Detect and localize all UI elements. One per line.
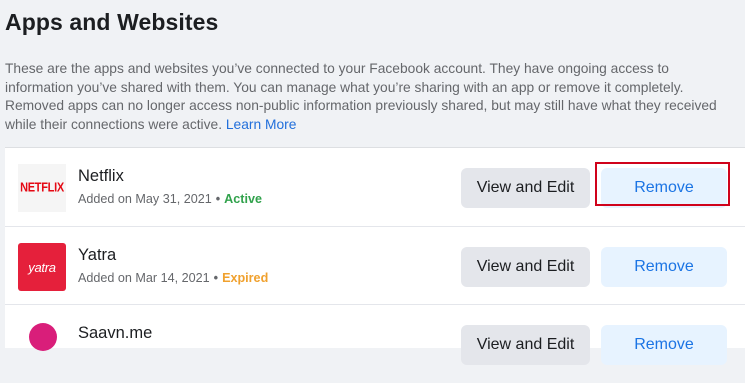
remove-button[interactable]: Remove — [601, 247, 727, 287]
status-badge: Active — [224, 192, 262, 206]
description-text: These are the apps and websites you’ve c… — [5, 61, 717, 132]
added-date: Added on Mar 14, 2021 — [78, 271, 210, 285]
netflix-logo-text: NETFLIX — [20, 181, 64, 195]
app-name: Netflix — [78, 167, 124, 185]
remove-button[interactable]: Remove — [601, 168, 727, 208]
view-and-edit-button[interactable]: View and Edit — [461, 247, 590, 287]
view-and-edit-button[interactable]: View and Edit — [461, 168, 590, 208]
added-date: Added on May 31, 2021 — [78, 192, 212, 206]
app-meta: Added on May 31, 2021 • Active — [78, 192, 262, 206]
netflix-logo-icon: NETFLIX — [18, 164, 66, 212]
separator-dot: • — [215, 192, 221, 206]
list-item-saavn: Saavn.me View and Edit Remove — [5, 304, 745, 383]
app-meta: Added on Mar 14, 2021 • Expired — [78, 271, 268, 285]
learn-more-link[interactable]: Learn More — [226, 117, 297, 132]
yatra-logo-text: yatra — [28, 259, 56, 275]
app-name: Saavn.me — [78, 324, 153, 342]
yatra-logo-icon: yatra — [18, 243, 66, 291]
remove-button[interactable]: Remove — [601, 325, 727, 365]
saavn-logo-icon — [29, 323, 57, 351]
list-item-netflix: NETFLIX Netflix Added on May 31, 2021 • Ac… — [5, 148, 745, 226]
page-description: These are the apps and websites you’ve c… — [5, 60, 740, 134]
status-badge: Expired — [222, 271, 269, 285]
list-item-yatra: yatra Yatra Added on Mar 14, 2021 • Expire… — [5, 226, 745, 305]
page-title: Apps and Websites — [5, 9, 219, 35]
view-and-edit-button[interactable]: View and Edit — [461, 325, 590, 365]
apps-list: NETFLIX Netflix Added on May 31, 2021 • Ac… — [5, 147, 745, 365]
app-name: Yatra — [78, 246, 117, 264]
separator-dot: • — [213, 271, 219, 285]
